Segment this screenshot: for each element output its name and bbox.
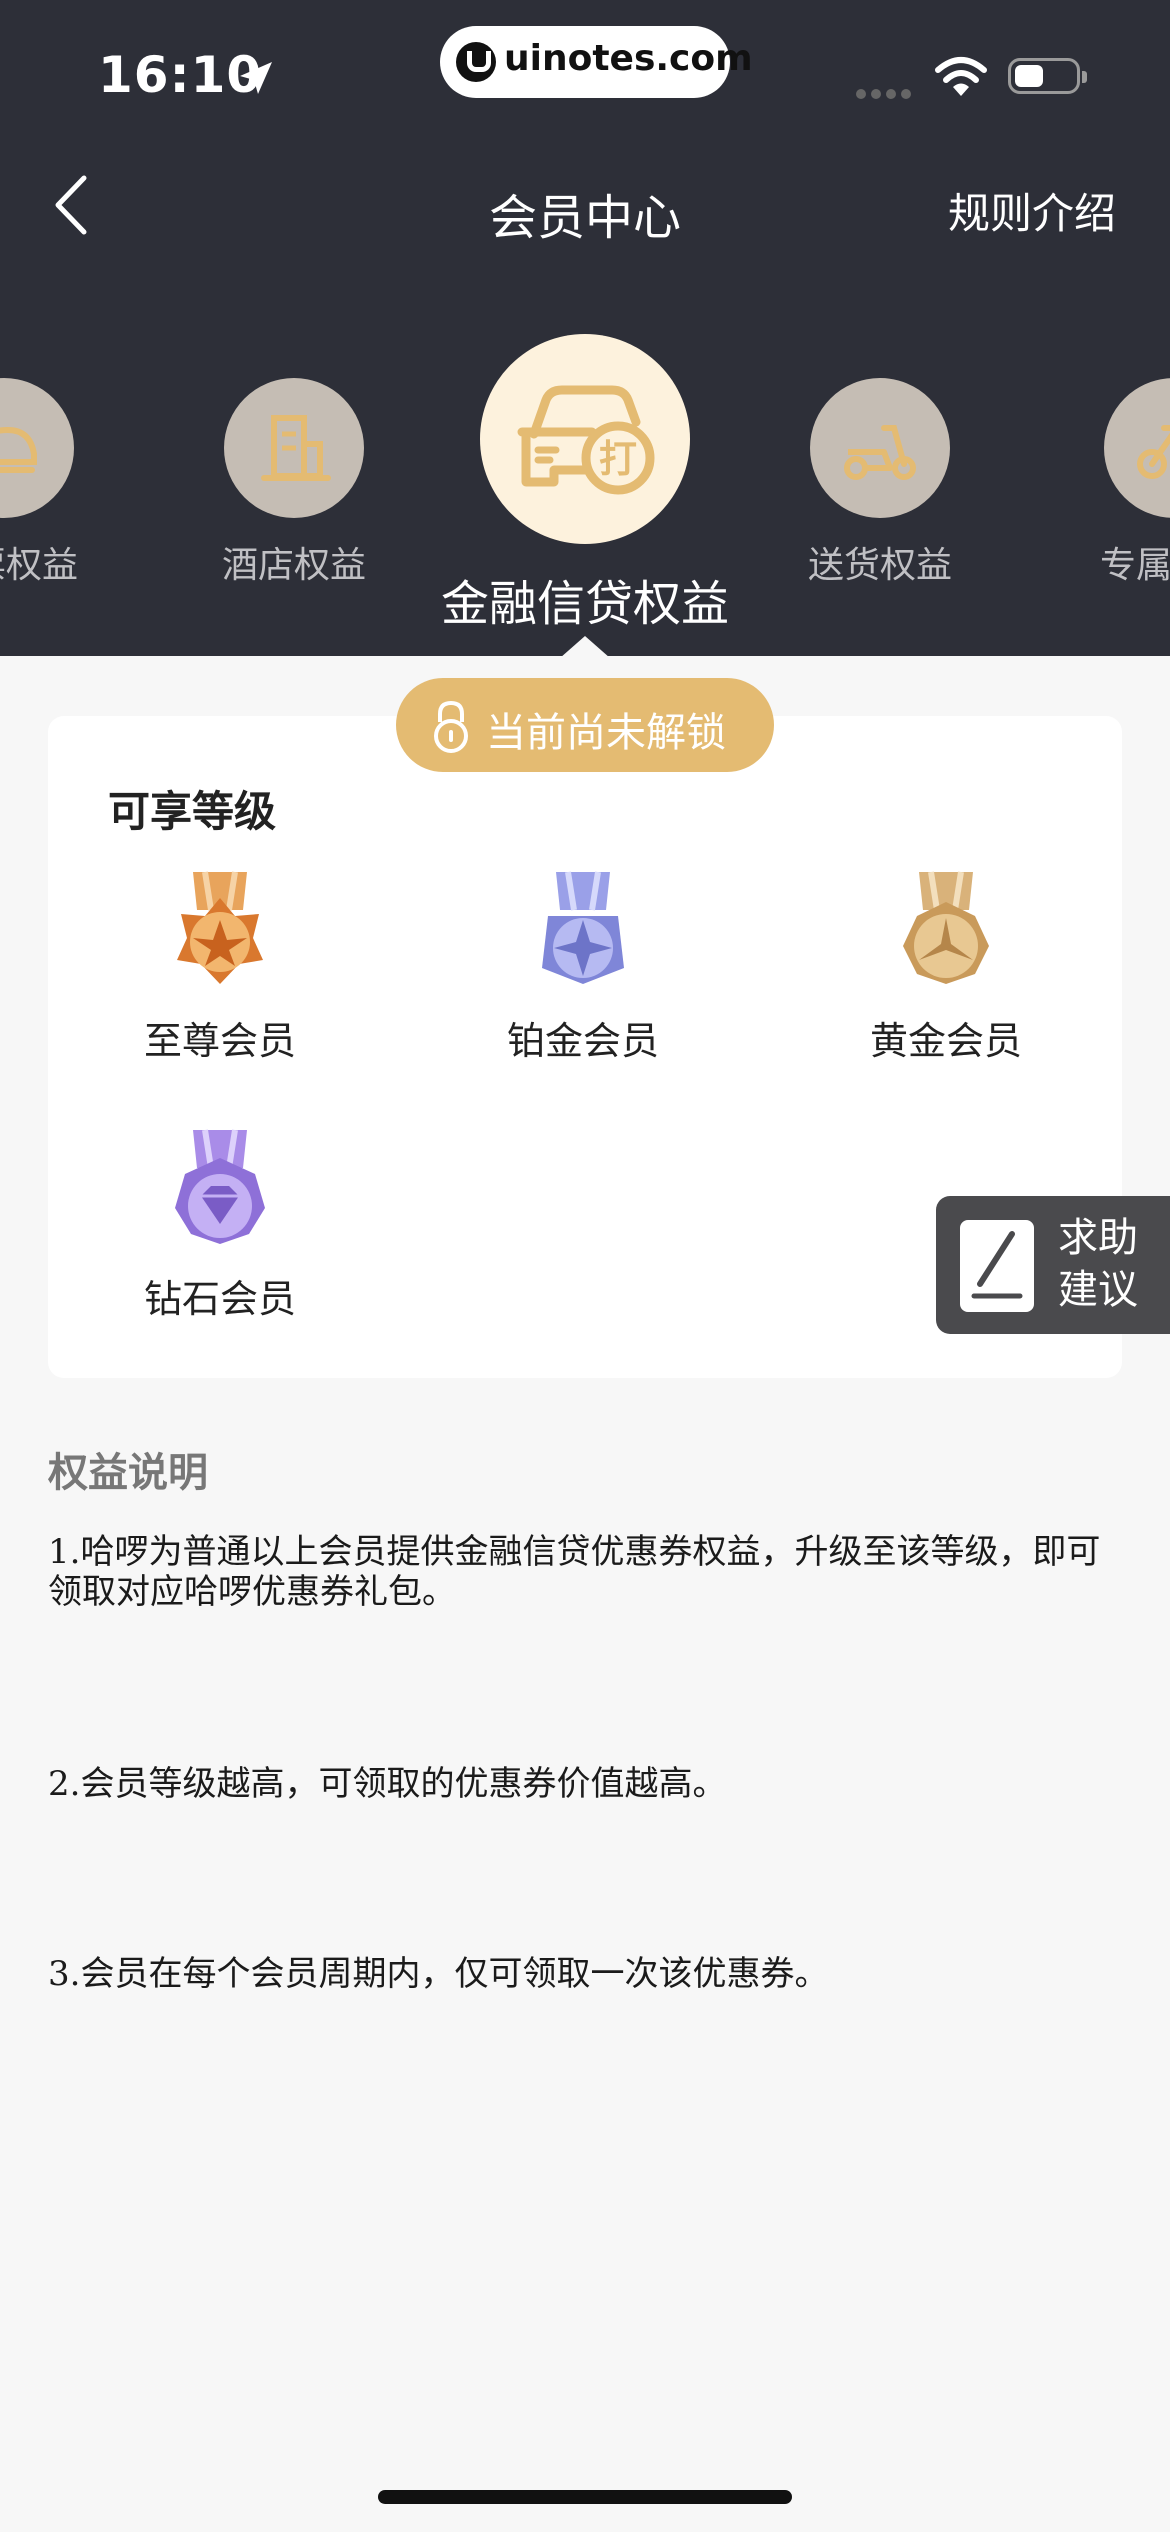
benefit-item-hotel[interactable]: 酒店权益	[222, 378, 366, 588]
benefit-item-exclusive[interactable]: 专属	[1100, 378, 1170, 588]
benefit-item-delivery[interactable]: 送货权益	[808, 378, 952, 588]
wifi-icon	[935, 57, 987, 96]
medal-gold: 黄金会员	[836, 868, 1056, 1065]
home-indicator	[378, 2490, 792, 2504]
car-discount-icon: 打	[517, 385, 655, 495]
medal-label: 铂金会员	[506, 1019, 659, 1063]
description-paragraph-1: 1.哈啰为普通以上会员提供金融信贷优惠券权益，升级至该等级，即可领取对应哈啰优惠…	[48, 1532, 1101, 1612]
platinum-medal-icon	[542, 871, 624, 984]
help-text-line2: 建议	[1058, 1267, 1138, 1313]
header: 16:10 uinotes.com 会员中心 规则介绍 票权益	[0, 0, 1170, 656]
medal-label: 至尊会员	[143, 1019, 296, 1063]
battery-icon	[1008, 58, 1087, 94]
feedback-pen-icon	[960, 1220, 1034, 1312]
svg-text:打: 打	[599, 437, 637, 481]
benefit-label: 票权益	[0, 545, 79, 586]
supreme-medal-icon	[177, 871, 263, 984]
cellular-signal-icon	[856, 84, 916, 99]
benefit-item-finance-active[interactable]: 打 金融信贷权益	[441, 334, 729, 634]
benefit-item-train[interactable]: 票权益	[0, 378, 78, 588]
help-text-line1: 求助	[1058, 1215, 1138, 1261]
benefit-label: 酒店权益	[222, 545, 367, 586]
levels-title: 可享等级	[108, 787, 277, 836]
gold-medal-icon	[903, 871, 989, 984]
rules-link[interactable]: 规则介绍	[948, 180, 1116, 241]
medal-platinum: 铂金会员	[473, 868, 693, 1065]
scooter-icon	[844, 425, 916, 480]
medal-label: 黄金会员	[869, 1019, 1022, 1063]
lock-status-badge: 当前尚未解锁	[396, 678, 774, 772]
benefit-label-active: 金融信贷权益	[440, 576, 729, 632]
carousel-pointer	[560, 636, 610, 658]
site-logo-icon	[456, 42, 496, 82]
description-paragraph-2: 2.会员等级越高，可领取的优惠券价值越高。	[48, 1764, 727, 1804]
help-feedback-button[interactable]: 求助 建议	[936, 1196, 1170, 1334]
lock-icon	[434, 700, 468, 753]
benefit-label: 专属	[1100, 545, 1170, 586]
url-pill: uinotes.com	[440, 26, 753, 98]
url-text: uinotes.com	[504, 38, 753, 79]
bike-icon	[1137, 425, 1170, 479]
benefit-label: 送货权益	[808, 545, 953, 586]
diamond-medal-icon	[175, 1129, 265, 1244]
description-title: 权益说明	[48, 1450, 208, 1496]
location-arrow-icon	[240, 62, 272, 94]
medal-diamond: 钻石会员	[110, 1126, 330, 1323]
description-paragraph-3: 3.会员在每个会员周期内，仅可领取一次该优惠券。	[48, 1954, 829, 1994]
medal-supreme: 至尊会员	[110, 868, 330, 1065]
lock-status-text: 当前尚未解锁	[486, 710, 726, 756]
train-icon	[0, 426, 37, 473]
hotel-icon	[261, 415, 331, 481]
medal-label: 钻石会员	[143, 1277, 296, 1321]
